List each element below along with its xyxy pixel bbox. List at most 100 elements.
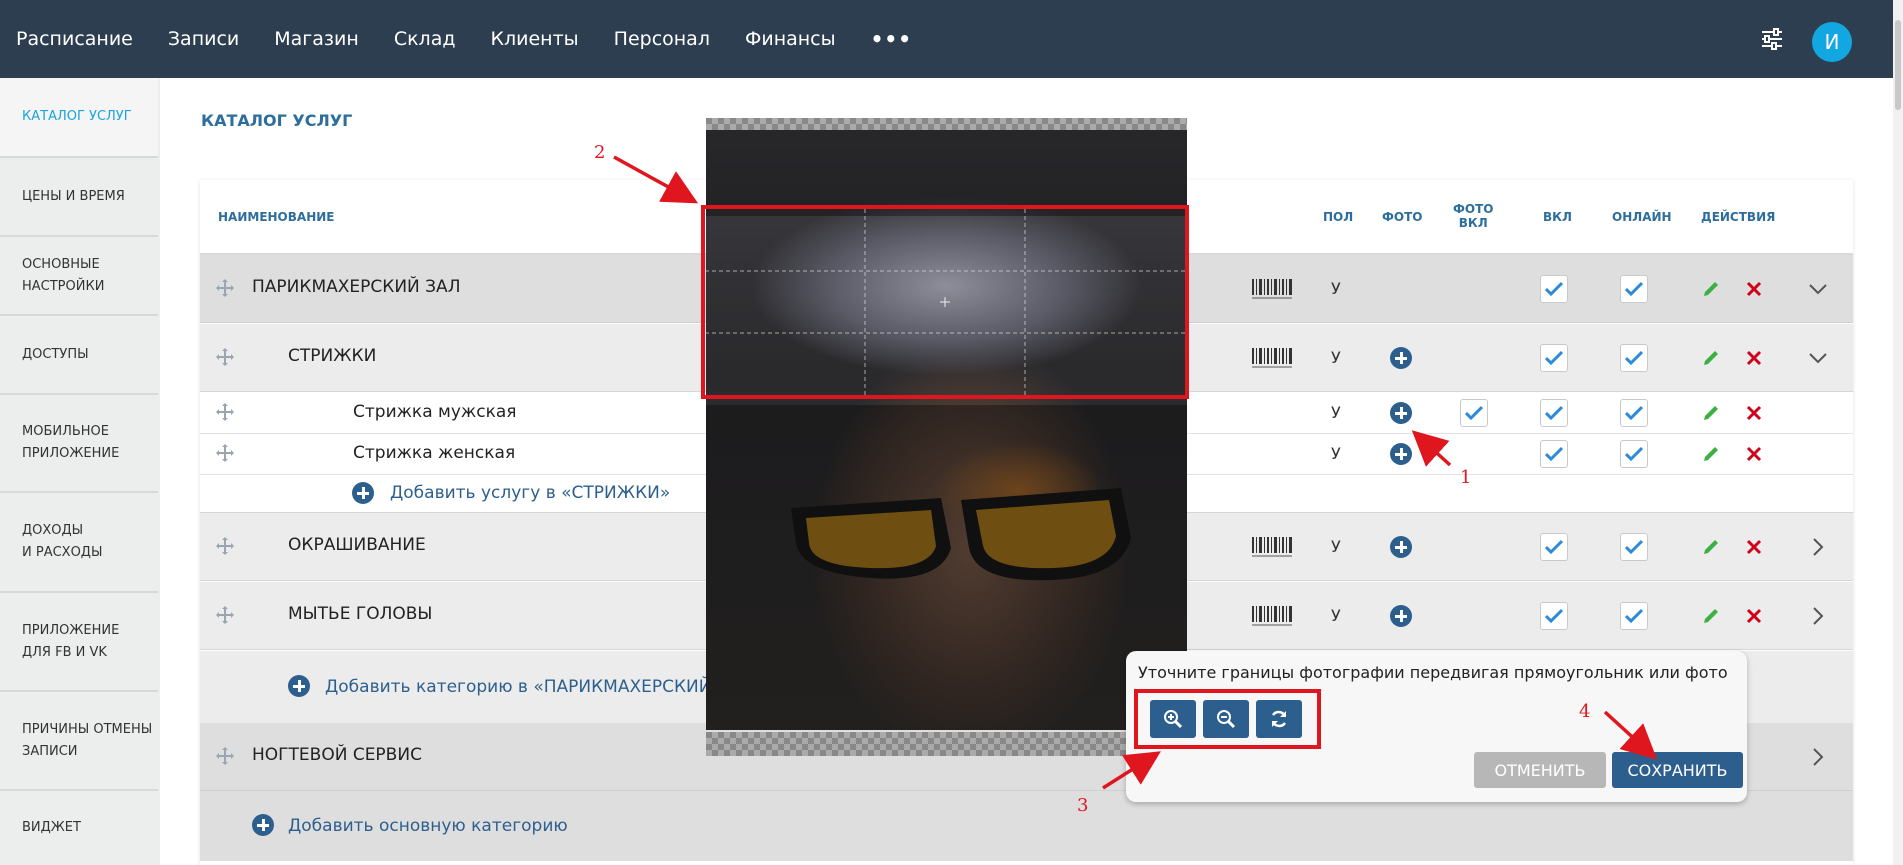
user-avatar[interactable]: И (1812, 22, 1852, 62)
edit-pencil-icon[interactable] (1702, 607, 1720, 625)
add-photo-icon[interactable] (1390, 347, 1412, 369)
cancel-button[interactable]: ОТМЕНИТЬ (1474, 752, 1606, 788)
sidebar-item-widget[interactable]: ВИДЖЕТ (0, 791, 158, 865)
add-main-category-icon[interactable] (252, 814, 274, 836)
edit-pencil-icon[interactable] (1702, 538, 1720, 556)
col-online: ОНЛАЙН (1612, 210, 1672, 224)
sidebar-item-access[interactable]: ДОСТУПЫ (0, 316, 158, 395)
annotation-number-1: 1 (1460, 467, 1472, 488)
edit-pencil-icon[interactable] (1702, 280, 1720, 298)
add-category-icon[interactable] (288, 675, 310, 697)
delete-icon[interactable] (1746, 281, 1762, 297)
drag-handle-icon[interactable] (216, 403, 234, 421)
checkbox-online[interactable] (1620, 440, 1648, 468)
settings-sliders-icon[interactable] (1760, 28, 1784, 50)
drag-handle-icon[interactable] (216, 444, 234, 462)
sidebar-item-label: МОБИЛЬНОЕ ПРИЛОЖЕНИЕ (22, 424, 120, 461)
save-button[interactable]: СОХРАНИТЬ (1612, 752, 1743, 788)
edit-pencil-icon[interactable] (1702, 445, 1720, 463)
edit-pencil-icon[interactable] (1702, 404, 1720, 422)
crop-dim-top (706, 130, 1187, 216)
add-photo-icon[interactable] (1390, 605, 1412, 627)
crop-rectangle[interactable] (701, 205, 1189, 399)
category-label: НОГТЕВОЙ СЕРВИС (252, 745, 422, 765)
drag-handle-icon[interactable] (216, 747, 234, 765)
checkbox-online[interactable] (1620, 399, 1648, 427)
top-navbar: Расписание Записи Магазин Склад Клиенты … (0, 0, 1893, 78)
add-service-icon[interactable] (352, 482, 374, 504)
checkbox-on[interactable] (1540, 399, 1568, 427)
chevron-down-icon[interactable] (1808, 348, 1828, 368)
checkbox-on[interactable] (1540, 602, 1568, 630)
add-photo-icon[interactable] (1390, 443, 1412, 465)
nav-warehouse[interactable]: Склад (394, 28, 456, 50)
sidebar-item-income-expenses[interactable]: ДОХОДЫ И РАСХОДЫ (0, 493, 158, 593)
category-label: МЫТЬЕ ГОЛОВЫ (288, 604, 433, 624)
sidebar-item-fb-vk-app[interactable]: ПРИЛОЖЕНИЕ ДЛЯ FB И VK (0, 593, 158, 692)
chevron-right-icon[interactable] (1808, 606, 1828, 626)
barcode-icon[interactable] (1252, 537, 1292, 559)
checkbox-on[interactable] (1540, 275, 1568, 303)
nav-schedule[interactable]: Расписание (16, 28, 133, 50)
drag-handle-icon[interactable] (216, 606, 234, 624)
zoom-in-button[interactable] (1150, 700, 1196, 738)
page-scrollbar[interactable] (1893, 0, 1903, 865)
add-main-category-link[interactable]: Добавить основную категорию (288, 816, 568, 836)
nav-clients[interactable]: Клиенты (490, 28, 578, 50)
transparent-area (706, 732, 1187, 756)
col-photo: ФОТО (1382, 210, 1423, 224)
nav-staff[interactable]: Персонал (614, 28, 710, 50)
sex-value: У (1331, 606, 1341, 625)
checkbox-on[interactable] (1540, 344, 1568, 372)
drag-handle-icon[interactable] (216, 537, 234, 555)
checkbox-on[interactable] (1540, 533, 1568, 561)
barcode-icon[interactable] (1252, 279, 1292, 301)
barcode-icon[interactable] (1252, 348, 1292, 370)
checkbox-on[interactable] (1540, 440, 1568, 468)
checkbox-online[interactable] (1620, 533, 1648, 561)
add-service-link[interactable]: Добавить услугу в «СТРИЖКИ» (390, 483, 670, 503)
nav-shop[interactable]: Магазин (274, 28, 359, 50)
sidebar-item-mobile-app[interactable]: МОБИЛЬНОЕ ПРИЛОЖЕНИЕ (0, 395, 158, 493)
sidebar-item-prices[interactable]: ЦЕНЫ И ВРЕМЯ (0, 158, 158, 237)
checkbox-photo-on[interactable] (1460, 399, 1488, 427)
delete-icon[interactable] (1746, 446, 1762, 462)
edit-pencil-icon[interactable] (1702, 349, 1720, 367)
scrollbar-thumb[interactable] (1895, 20, 1901, 110)
add-category-link[interactable]: Добавить категорию в «ПАРИКМАХЕРСКИЙ ЗАЛ… (325, 677, 763, 697)
checkbox-online[interactable] (1620, 344, 1648, 372)
delete-icon[interactable] (1746, 539, 1762, 555)
sex-value: У (1331, 537, 1341, 556)
drag-handle-icon[interactable] (216, 279, 234, 297)
sidebar-item-label: ВИДЖЕТ (22, 820, 81, 835)
sidebar-item-label: ПРИЧИНЫ ОТМЕНЫ ЗАПИСИ (22, 721, 153, 759)
add-photo-icon[interactable] (1390, 402, 1412, 424)
annotation-number-4: 4 (1579, 701, 1591, 722)
delete-icon[interactable] (1746, 350, 1762, 366)
chevron-right-icon[interactable] (1808, 537, 1828, 557)
nav-records[interactable]: Записи (168, 28, 239, 50)
checkbox-online[interactable] (1620, 275, 1648, 303)
zoom-out-button[interactable] (1203, 700, 1249, 738)
sidebar-item-label: ЦЕНЫ И ВРЕМЯ (22, 188, 125, 204)
chevron-right-icon[interactable] (1808, 747, 1828, 767)
col-actions: ДЕЙСТВИЯ (1701, 210, 1776, 224)
nav-finance[interactable]: Финансы (745, 28, 836, 50)
sidebar-item-basic-settings[interactable]: ОСНОВНЫЕ НАСТРОЙКИ (0, 237, 158, 316)
nav-more-button[interactable]: ••• (871, 27, 912, 51)
sidebar-item-catalog[interactable]: КАТАЛОГ УСЛУГ (0, 78, 158, 158)
annotation-number-2: 2 (594, 142, 606, 163)
crop-dim-bottom (706, 405, 1187, 730)
page-title: КАТАЛОГ УСЛУГ (201, 111, 353, 130)
sidebar-item-cancel-reasons[interactable]: ПРИЧИНЫ ОТМЕНЫ ЗАПИСИ (0, 692, 158, 791)
delete-icon[interactable] (1746, 405, 1762, 421)
chevron-down-icon[interactable] (1808, 279, 1828, 299)
checkbox-online[interactable] (1620, 602, 1648, 630)
refresh-icon (1271, 710, 1287, 728)
drag-handle-icon[interactable] (216, 348, 234, 366)
add-photo-icon[interactable] (1390, 536, 1412, 558)
delete-icon[interactable] (1746, 608, 1762, 624)
barcode-icon[interactable] (1252, 606, 1292, 628)
reset-button[interactable] (1256, 700, 1302, 738)
col-sex: ПОЛ (1323, 210, 1354, 224)
